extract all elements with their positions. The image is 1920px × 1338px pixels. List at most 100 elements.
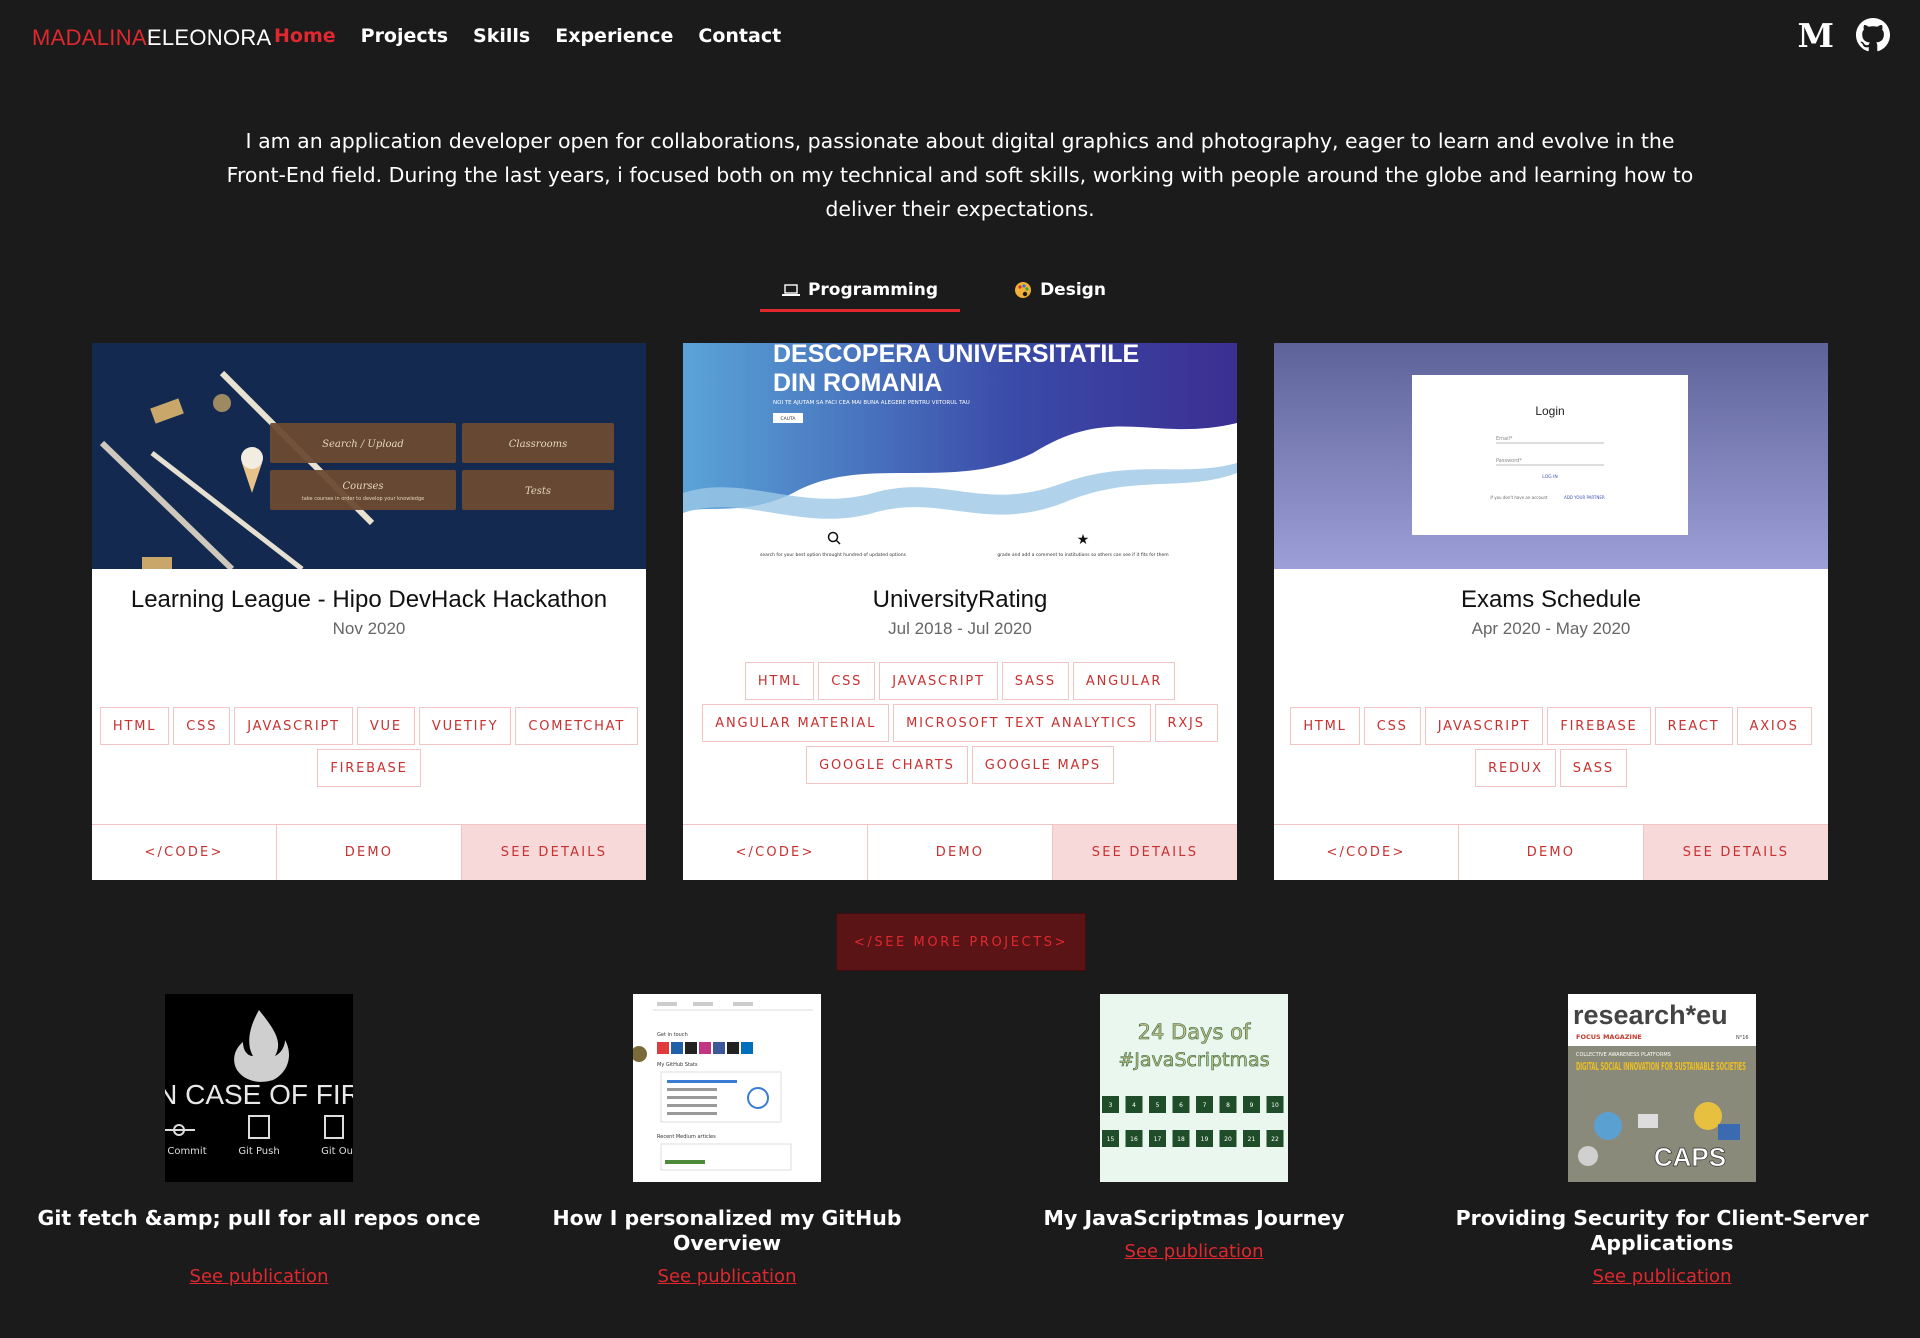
hero-headline-1: DESCOPERA UNIVERSITATILE — [773, 343, 1139, 368]
thumb-label-push: Git Push — [238, 1146, 279, 1157]
see-publication-link[interactable]: See publication — [964, 1241, 1424, 1262]
publication-title: Providing Security for Client-Server App… — [1455, 1206, 1869, 1255]
calendar-day: 19 — [1201, 1136, 1209, 1143]
github-icon[interactable] — [1856, 18, 1890, 52]
feature-2: grade and add a comment to institutions … — [997, 552, 1168, 558]
hero-sub: NOI TE AJUTAM SA FACI CEA MAI BUNA ALEGE… — [773, 400, 970, 406]
tech-tag: COMETCHAT — [515, 707, 639, 745]
publication-thumbnail[interactable]: N CASE OF FIR Commit Git Push Git Ou — [165, 994, 353, 1182]
thumb-line-2: #JavaScriptmas — [1118, 1049, 1269, 1071]
tech-tags: HTML CSS JAVASCRIPT VUE VUETIFY COMETCHA… — [92, 707, 646, 787]
nav-experience[interactable]: Experience — [555, 25, 673, 47]
see-publication-link[interactable]: See publication — [29, 1266, 489, 1287]
brand-logo[interactable]: MADALINAELEONORA — [32, 25, 272, 51]
calendar-day: 18 — [1177, 1136, 1185, 1143]
project-card: DESCOPERA UNIVERSITATILE DIN ROMANIA NOI… — [683, 343, 1237, 880]
project-image: Search / Upload Classrooms Courses take … — [92, 343, 646, 569]
calendar-day: 8 — [1226, 1102, 1230, 1109]
tile-courses: Courses — [342, 481, 383, 492]
see-publication-link[interactable]: See publication — [1432, 1266, 1892, 1287]
brand-first: MADALINA — [32, 25, 147, 50]
thumb-label-out: Git Ou — [321, 1146, 353, 1157]
tech-tag: HTML — [99, 707, 170, 745]
project-title: Exams Schedule — [1460, 586, 1642, 613]
tile-courses-sub: take courses in order to develop your kn… — [302, 496, 424, 502]
calendar-day: 15 — [1107, 1136, 1115, 1143]
portfolio-tabs: Programming Design — [760, 268, 1160, 312]
javascriptmas-thumb: 24 Days of #JavaScriptmas 3 4 5 6 7 8 9 10 15 16… — [1100, 994, 1288, 1182]
publication-title: My JavaScriptmas Journey — [1043, 1206, 1345, 1230]
calendar-day: 22 — [1271, 1136, 1279, 1143]
calendar-day: 6 — [1179, 1102, 1183, 1109]
login-email: Email* — [1496, 436, 1513, 442]
demo-button[interactable]: DEMO — [277, 825, 462, 880]
project-date: Nov 2020 — [332, 619, 406, 638]
thumb-issue: N°16 — [1736, 1035, 1749, 1041]
tab-programming[interactable]: Programming — [760, 268, 960, 312]
publication-title: How I personalized my GitHub Overview — [552, 1206, 902, 1255]
calendar-day: 10 — [1271, 1102, 1279, 1109]
thumb-line-3: Recent Medium articles — [657, 1134, 716, 1140]
tech-tag: AXIOS — [1736, 707, 1812, 745]
login-add-partner: ADD YOUR PARTNER — [1564, 495, 1605, 500]
thumb-caps: CAPS — [1654, 1142, 1726, 1172]
tech-tag: REACT — [1654, 707, 1733, 745]
tech-tag: FIREBASE — [317, 749, 421, 787]
publication-thumbnail[interactable]: research*eu FOCUS MAGAZINE N°16 COLLECTI… — [1568, 994, 1756, 1182]
project-screenshot: DESCOPERA UNIVERSITATILE DIN ROMANIA NOI… — [683, 343, 1237, 569]
nav-home[interactable]: Home — [274, 25, 336, 47]
publication-thumbnail[interactable]: Get in touch My GitHub Stats Recent Medi… — [633, 994, 821, 1182]
tech-tag: GOOGLE CHARTS — [806, 746, 968, 784]
project-card: Search / Upload Classrooms Courses take … — [92, 343, 646, 880]
see-details-button[interactable]: SEE DETAILS — [462, 825, 646, 880]
tab-design[interactable]: Design — [960, 268, 1160, 312]
code-button[interactable]: </CODE> — [92, 825, 277, 880]
tech-tag: ANGULAR — [1072, 662, 1176, 700]
medium-icon[interactable]: M — [1797, 19, 1834, 52]
login-no-account: If you don't have an account — [1490, 495, 1548, 500]
feature-1: search for your best option throught hun… — [760, 552, 907, 558]
card-actions: </CODE> DEMO SEE DETAILS — [683, 824, 1237, 880]
tech-tag: MICROSOFT TEXT ANALYTICS — [893, 704, 1151, 742]
see-details-button[interactable]: SEE DETAILS — [1053, 825, 1237, 880]
tile-tests: Tests — [525, 486, 551, 497]
social-links: M — [1797, 18, 1890, 52]
nav-skills[interactable]: Skills — [473, 25, 530, 47]
tech-tag: CSS — [818, 662, 876, 700]
tech-tag: FIREBASE — [1547, 707, 1651, 745]
project-title: UniversityRating — [872, 586, 1048, 613]
code-button[interactable]: </CODE> — [683, 825, 868, 880]
see-details-button[interactable]: SEE DETAILS — [1644, 825, 1828, 880]
nav-links: Home Projects Skills Experience Contact — [274, 25, 781, 47]
project-image: DESCOPERA UNIVERSITATILE DIN ROMANIA NOI… — [683, 343, 1237, 569]
calendar-day: 17 — [1154, 1136, 1162, 1143]
project-screenshot: Search / Upload Classrooms Courses take … — [92, 343, 646, 569]
tech-tag: VUE — [356, 707, 415, 745]
publication-thumbnail[interactable]: 24 Days of #JavaScriptmas 3 4 5 6 7 8 9 10 15 16… — [1100, 994, 1288, 1182]
tech-tag: RXJS — [1154, 704, 1218, 742]
tile-search-upload: Search / Upload — [322, 439, 404, 450]
svg-text:★: ★ — [1077, 531, 1090, 547]
calendar-day: 21 — [1248, 1136, 1256, 1143]
project-date: Jul 2018 - Jul 2020 — [888, 619, 1032, 638]
tech-tag: SASS — [1559, 749, 1627, 787]
thumb-text: N CASE OF FIR — [165, 1079, 353, 1110]
see-more-projects-button[interactable]: </SEE MORE PROJECTS> — [836, 913, 1086, 971]
card-actions: </CODE> DEMO SEE DETAILS — [1274, 824, 1828, 880]
nav-contact[interactable]: Contact — [698, 25, 781, 47]
calendar-day: 7 — [1203, 1102, 1207, 1109]
code-button[interactable]: </CODE> — [1274, 825, 1459, 880]
project-screenshot: Login Email* Password* LOG IN If you don… — [1274, 343, 1828, 569]
demo-button[interactable]: DEMO — [1459, 825, 1644, 880]
tech-tag: JAVASCRIPT — [1424, 707, 1544, 745]
project-title: Learning League - Hipo DevHack Hackathon — [130, 586, 608, 613]
calendar-day: 3 — [1109, 1102, 1113, 1109]
demo-button[interactable]: DEMO — [868, 825, 1053, 880]
calendar-day: 5 — [1156, 1102, 1160, 1109]
tech-tag: JAVASCRIPT — [234, 707, 353, 745]
nav-projects[interactable]: Projects — [361, 25, 448, 47]
tech-tag: VUETIFY — [418, 707, 512, 745]
tile-classrooms: Classrooms — [509, 439, 568, 450]
see-publication-link[interactable]: See publication — [497, 1266, 957, 1287]
thumb-line-1: Get in touch — [657, 1032, 688, 1038]
